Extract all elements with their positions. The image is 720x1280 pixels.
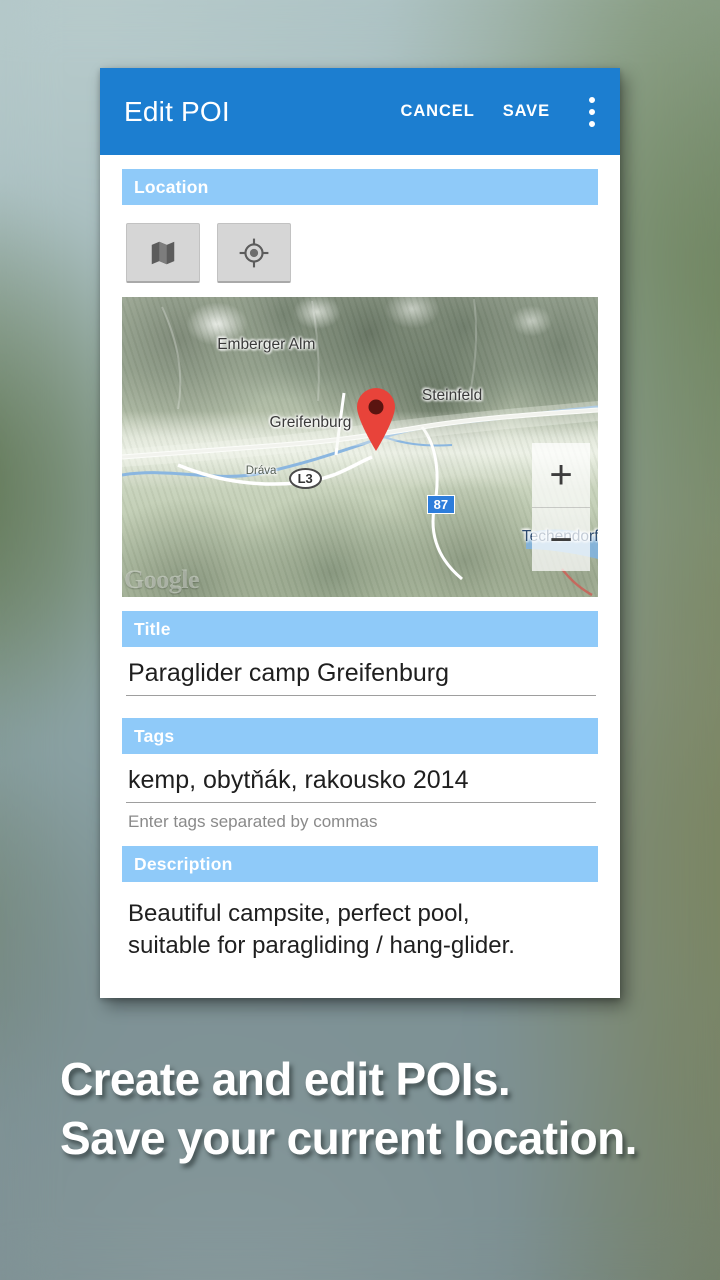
page-title: Edit POI — [124, 95, 230, 127]
overflow-dot — [589, 120, 595, 127]
overflow-dot — [589, 108, 595, 115]
section-header-description: Description — [122, 846, 598, 882]
tags-field-wrap — [126, 754, 596, 803]
map-icon — [148, 238, 178, 268]
promo-caption: Create and edit POIs. Save your current … — [60, 1050, 700, 1168]
action-bar: Edit POI CANCEL SAVE — [100, 68, 620, 155]
description-line-1: Beautiful campsite, perfect pool, — [128, 900, 470, 927]
save-button[interactable]: SAVE — [489, 68, 564, 155]
caption-line-2: Save your current location. — [60, 1111, 637, 1164]
map-zoom-controls[interactable]: + − — [532, 443, 590, 571]
title-input[interactable] — [126, 659, 596, 696]
map-zoom-in-button[interactable]: + — [532, 443, 590, 507]
section-header-location: Location — [122, 169, 598, 205]
gps-target-icon — [238, 237, 270, 269]
section-label-description: Description — [134, 853, 233, 874]
section-label-location: Location — [134, 176, 209, 197]
cancel-button[interactable]: CANCEL — [387, 68, 489, 155]
description-line-2: suitable for paragliding / hang-glider. — [128, 931, 515, 959]
description-input[interactable]: Beautiful campsite, perfect pool, suitab… — [128, 898, 596, 961]
section-header-tags: Tags — [122, 718, 598, 754]
section-label-title: Title — [134, 618, 171, 639]
overflow-menu-icon[interactable] — [564, 68, 620, 155]
title-field-wrap — [126, 647, 596, 696]
pick-on-map-button[interactable] — [126, 223, 200, 283]
overflow-dot — [589, 96, 595, 103]
map-preview[interactable]: Emberger Alm Steinfeld Greifenburg Teche… — [122, 297, 598, 597]
action-bar-buttons: CANCEL SAVE — [387, 68, 620, 155]
section-header-title: Title — [122, 611, 598, 647]
section-label-tags: Tags — [134, 725, 175, 746]
tags-input[interactable] — [126, 766, 596, 803]
location-button-row — [126, 223, 620, 283]
use-current-location-button[interactable] — [217, 223, 291, 283]
map-vector-features — [122, 298, 598, 597]
tags-helper-text: Enter tags separated by commas — [128, 812, 378, 831]
app-screenshot-card: Edit POI CANCEL SAVE Location Emberger A… — [100, 68, 620, 998]
caption-line-1: Create and edit POIs. — [60, 1053, 511, 1105]
map-zoom-out-button[interactable]: − — [532, 507, 590, 571]
